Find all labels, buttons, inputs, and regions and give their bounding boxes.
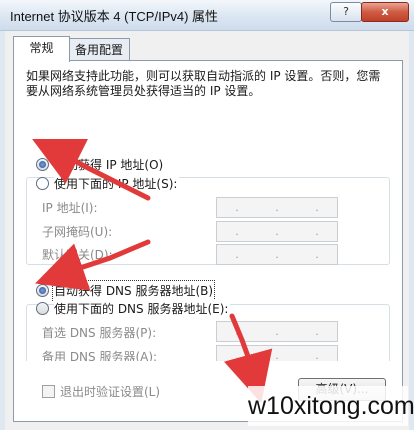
close-button[interactable]: x — [361, 2, 409, 22]
title-bar: Internet 协议版本 4 (TCP/IPv4) 属性 ? x — [0, 0, 414, 31]
dns-auto-radio[interactable] — [36, 284, 49, 297]
ip-address-label: IP 地址(I): — [42, 201, 98, 215]
window-title: Internet 协议版本 4 (TCP/IPv4) 属性 — [10, 9, 219, 24]
dns-manual-label[interactable]: 使用下面的 DNS 服务器地址(E): — [54, 300, 231, 317]
tab-general[interactable]: 常规 — [13, 36, 70, 62]
subnet-mask-field: ... — [216, 221, 338, 242]
preferred-dns-field: ... — [216, 321, 338, 342]
tab-alternate-config[interactable]: 备用配置 — [68, 38, 130, 61]
dns-auto-label[interactable]: 自动获得 DNS 服务器地址(B) — [51, 280, 216, 301]
default-gateway-label: 默认网关(D): — [42, 248, 113, 262]
ip-address-field: ... — [216, 197, 338, 218]
general-panel: 如果网络支持此功能，则可以获取自动指派的 IP 设置。否则，您需要从网络系统管理… — [13, 60, 403, 368]
watermark: w10xitong.com — [248, 386, 414, 426]
preferred-dns-label: 首选 DNS 服务器(P): — [42, 326, 157, 340]
ip-auto-radio[interactable] — [36, 158, 49, 171]
validate-label[interactable]: 退出时验证设置(L) — [60, 383, 160, 400]
subnet-mask-label: 子网掩码(U): — [42, 225, 113, 239]
dialog-body: 常规 备用配置 如果网络支持此功能，则可以获取自动指派的 IP 设置。否则，您需… — [5, 31, 409, 430]
description-text: 如果网络支持此功能，则可以获取自动指派的 IP 设置。否则，您需要从网络系统管理… — [26, 69, 381, 98]
ip-manual-radio[interactable] — [36, 177, 49, 190]
ip-auto-label[interactable]: 自动获得 IP 地址(O) — [54, 156, 163, 173]
ip-manual-label[interactable]: 使用下面的 IP 地址(S): — [54, 175, 180, 192]
help-button[interactable]: ? — [330, 2, 362, 22]
default-gateway-field: ... — [216, 244, 338, 265]
validate-checkbox[interactable] — [42, 385, 55, 398]
dns-manual-radio[interactable] — [36, 302, 49, 315]
